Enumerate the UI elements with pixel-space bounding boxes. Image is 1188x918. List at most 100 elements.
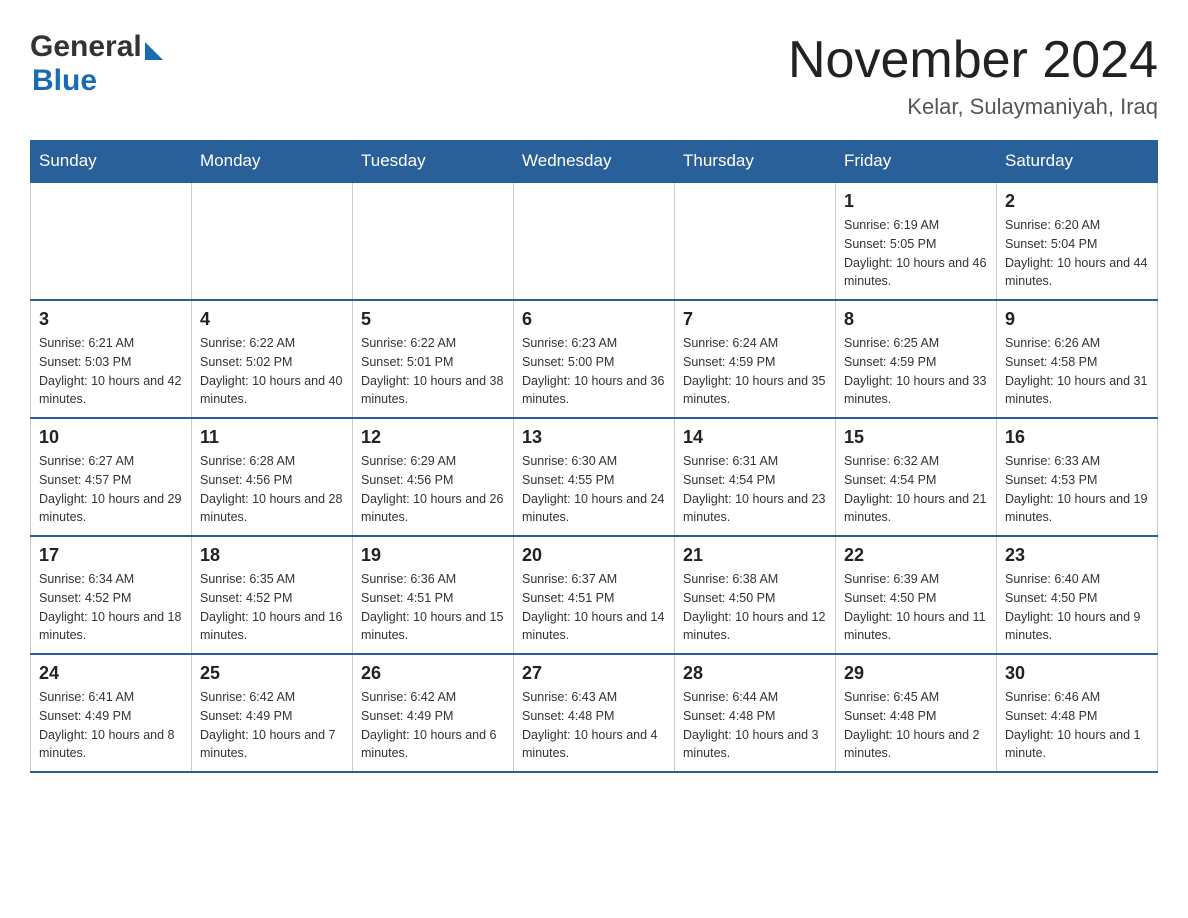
table-row: 21 Sunrise: 6:38 AMSunset: 4:50 PMDayligh…: [675, 536, 836, 654]
day-info: Sunrise: 6:28 AMSunset: 4:56 PMDaylight:…: [200, 452, 344, 527]
day-number: 12: [361, 427, 505, 448]
table-row: 12 Sunrise: 6:29 AMSunset: 4:56 PMDayligh…: [353, 418, 514, 536]
day-number: 15: [844, 427, 988, 448]
weekday-header-thursday: Thursday: [675, 141, 836, 183]
table-row: 30 Sunrise: 6:46 AMSunset: 4:48 PMDayligh…: [997, 654, 1158, 772]
table-row: 26 Sunrise: 6:42 AMSunset: 4:49 PMDayligh…: [353, 654, 514, 772]
table-row: 9Sunrise: 6:26 AMSunset: 4:58 PMDaylight…: [997, 300, 1158, 418]
logo-arrow-icon: [145, 42, 163, 60]
day-number: 25: [200, 663, 344, 684]
day-info: Sunrise: 6:33 AMSunset: 4:53 PMDaylight:…: [1005, 452, 1149, 527]
table-row: 5Sunrise: 6:22 AMSunset: 5:01 PMDaylight…: [353, 300, 514, 418]
day-info: Sunrise: 6:39 AMSunset: 4:50 PMDaylight:…: [844, 570, 988, 645]
day-info: Sunrise: 6:21 AMSunset: 5:03 PMDaylight:…: [39, 334, 183, 409]
calendar-week-5: 24 Sunrise: 6:41 AMSunset: 4:49 PMDayligh…: [31, 654, 1158, 772]
title-area: November 2024 Kelar, Sulaymaniyah, Iraq: [788, 30, 1158, 120]
table-row: [514, 182, 675, 300]
table-row: [353, 182, 514, 300]
table-row: 13 Sunrise: 6:30 AMSunset: 4:55 PMDayligh…: [514, 418, 675, 536]
day-number: 20: [522, 545, 666, 566]
table-row: 28 Sunrise: 6:44 AMSunset: 4:48 PMDayligh…: [675, 654, 836, 772]
day-info: Sunrise: 6:42 AMSunset: 4:49 PMDaylight:…: [200, 688, 344, 763]
table-row: 25 Sunrise: 6:42 AMSunset: 4:49 PMDayligh…: [192, 654, 353, 772]
table-row: 20 Sunrise: 6:37 AMSunset: 4:51 PMDayligh…: [514, 536, 675, 654]
calendar-week-1: 1 Sunrise: 6:19 AMSunset: 5:05 PMDaylight…: [31, 182, 1158, 300]
logo-blue-text: Blue: [32, 64, 97, 97]
day-info: Sunrise: 6:31 AMSunset: 4:54 PMDaylight:…: [683, 452, 827, 527]
table-row: 23Sunrise: 6:40 AMSunset: 4:50 PMDayligh…: [997, 536, 1158, 654]
day-info: Sunrise: 6:29 AMSunset: 4:56 PMDaylight:…: [361, 452, 505, 527]
day-info: Sunrise: 6:30 AMSunset: 4:55 PMDaylight:…: [522, 452, 666, 527]
weekday-header-wednesday: Wednesday: [514, 141, 675, 183]
weekday-header-row: SundayMondayTuesdayWednesdayThursdayFrid…: [31, 141, 1158, 183]
day-info: Sunrise: 6:32 AMSunset: 4:54 PMDaylight:…: [844, 452, 988, 527]
location-subtitle: Kelar, Sulaymaniyah, Iraq: [788, 94, 1158, 120]
day-number: 19: [361, 545, 505, 566]
day-number: 7: [683, 309, 827, 330]
day-info: Sunrise: 6:22 AMSunset: 5:02 PMDaylight:…: [200, 334, 344, 409]
day-info: Sunrise: 6:19 AMSunset: 5:05 PMDaylight:…: [844, 216, 988, 291]
day-number: 23: [1005, 545, 1149, 566]
weekday-header-saturday: Saturday: [997, 141, 1158, 183]
day-number: 24: [39, 663, 183, 684]
day-number: 14: [683, 427, 827, 448]
logo-general-text: General: [30, 30, 142, 64]
day-number: 18: [200, 545, 344, 566]
day-info: Sunrise: 6:38 AMSunset: 4:50 PMDaylight:…: [683, 570, 827, 645]
table-row: [31, 182, 192, 300]
table-row: 22 Sunrise: 6:39 AMSunset: 4:50 PMDayligh…: [836, 536, 997, 654]
calendar-week-2: 3 Sunrise: 6:21 AMSunset: 5:03 PMDaylight…: [31, 300, 1158, 418]
day-info: Sunrise: 6:36 AMSunset: 4:51 PMDaylight:…: [361, 570, 505, 645]
calendar-week-3: 10 Sunrise: 6:27 AMSunset: 4:57 PMDayligh…: [31, 418, 1158, 536]
day-number: 29: [844, 663, 988, 684]
day-info: Sunrise: 6:44 AMSunset: 4:48 PMDaylight:…: [683, 688, 827, 763]
day-info: Sunrise: 6:20 AMSunset: 5:04 PMDaylight:…: [1005, 216, 1149, 291]
table-row: [675, 182, 836, 300]
table-row: 17Sunrise: 6:34 AMSunset: 4:52 PMDayligh…: [31, 536, 192, 654]
day-number: 28: [683, 663, 827, 684]
day-info: Sunrise: 6:46 AMSunset: 4:48 PMDaylight:…: [1005, 688, 1149, 763]
weekday-header-tuesday: Tuesday: [353, 141, 514, 183]
day-number: 13: [522, 427, 666, 448]
day-info: Sunrise: 6:27 AMSunset: 4:57 PMDaylight:…: [39, 452, 183, 527]
table-row: 7Sunrise: 6:24 AMSunset: 4:59 PMDaylight…: [675, 300, 836, 418]
day-info: Sunrise: 6:22 AMSunset: 5:01 PMDaylight:…: [361, 334, 505, 409]
table-row: 8Sunrise: 6:25 AMSunset: 4:59 PMDaylight…: [836, 300, 997, 418]
day-number: 10: [39, 427, 183, 448]
day-number: 22: [844, 545, 988, 566]
day-number: 16: [1005, 427, 1149, 448]
day-info: Sunrise: 6:42 AMSunset: 4:49 PMDaylight:…: [361, 688, 505, 763]
table-row: 19 Sunrise: 6:36 AMSunset: 4:51 PMDayligh…: [353, 536, 514, 654]
table-row: 24 Sunrise: 6:41 AMSunset: 4:49 PMDayligh…: [31, 654, 192, 772]
day-number: 6: [522, 309, 666, 330]
day-number: 27: [522, 663, 666, 684]
day-number: 11: [200, 427, 344, 448]
day-number: 8: [844, 309, 988, 330]
table-row: 11 Sunrise: 6:28 AMSunset: 4:56 PMDayligh…: [192, 418, 353, 536]
day-number: 4: [200, 309, 344, 330]
table-row: 10 Sunrise: 6:27 AMSunset: 4:57 PMDayligh…: [31, 418, 192, 536]
day-number: 21: [683, 545, 827, 566]
day-number: 26: [361, 663, 505, 684]
day-number: 9: [1005, 309, 1149, 330]
table-row: 18 Sunrise: 6:35 AMSunset: 4:52 PMDayligh…: [192, 536, 353, 654]
table-row: 4 Sunrise: 6:22 AMSunset: 5:02 PMDaylight…: [192, 300, 353, 418]
table-row: 2 Sunrise: 6:20 AMSunset: 5:04 PMDaylight…: [997, 182, 1158, 300]
day-number: 2: [1005, 191, 1149, 212]
table-row: 14 Sunrise: 6:31 AMSunset: 4:54 PMDayligh…: [675, 418, 836, 536]
day-number: 3: [39, 309, 183, 330]
calendar-week-4: 17Sunrise: 6:34 AMSunset: 4:52 PMDayligh…: [31, 536, 1158, 654]
day-info: Sunrise: 6:23 AMSunset: 5:00 PMDaylight:…: [522, 334, 666, 409]
weekday-header-friday: Friday: [836, 141, 997, 183]
day-number: 1: [844, 191, 988, 212]
table-row: 15 Sunrise: 6:32 AMSunset: 4:54 PMDayligh…: [836, 418, 997, 536]
table-row: 27 Sunrise: 6:43 AMSunset: 4:48 PMDayligh…: [514, 654, 675, 772]
table-row: 16 Sunrise: 6:33 AMSunset: 4:53 PMDayligh…: [997, 418, 1158, 536]
day-info: Sunrise: 6:43 AMSunset: 4:48 PMDaylight:…: [522, 688, 666, 763]
logo: General Blue: [30, 30, 163, 98]
day-info: Sunrise: 6:41 AMSunset: 4:49 PMDaylight:…: [39, 688, 183, 763]
day-info: Sunrise: 6:45 AMSunset: 4:48 PMDaylight:…: [844, 688, 988, 763]
day-number: 30: [1005, 663, 1149, 684]
day-info: Sunrise: 6:37 AMSunset: 4:51 PMDaylight:…: [522, 570, 666, 645]
day-info: Sunrise: 6:35 AMSunset: 4:52 PMDaylight:…: [200, 570, 344, 645]
